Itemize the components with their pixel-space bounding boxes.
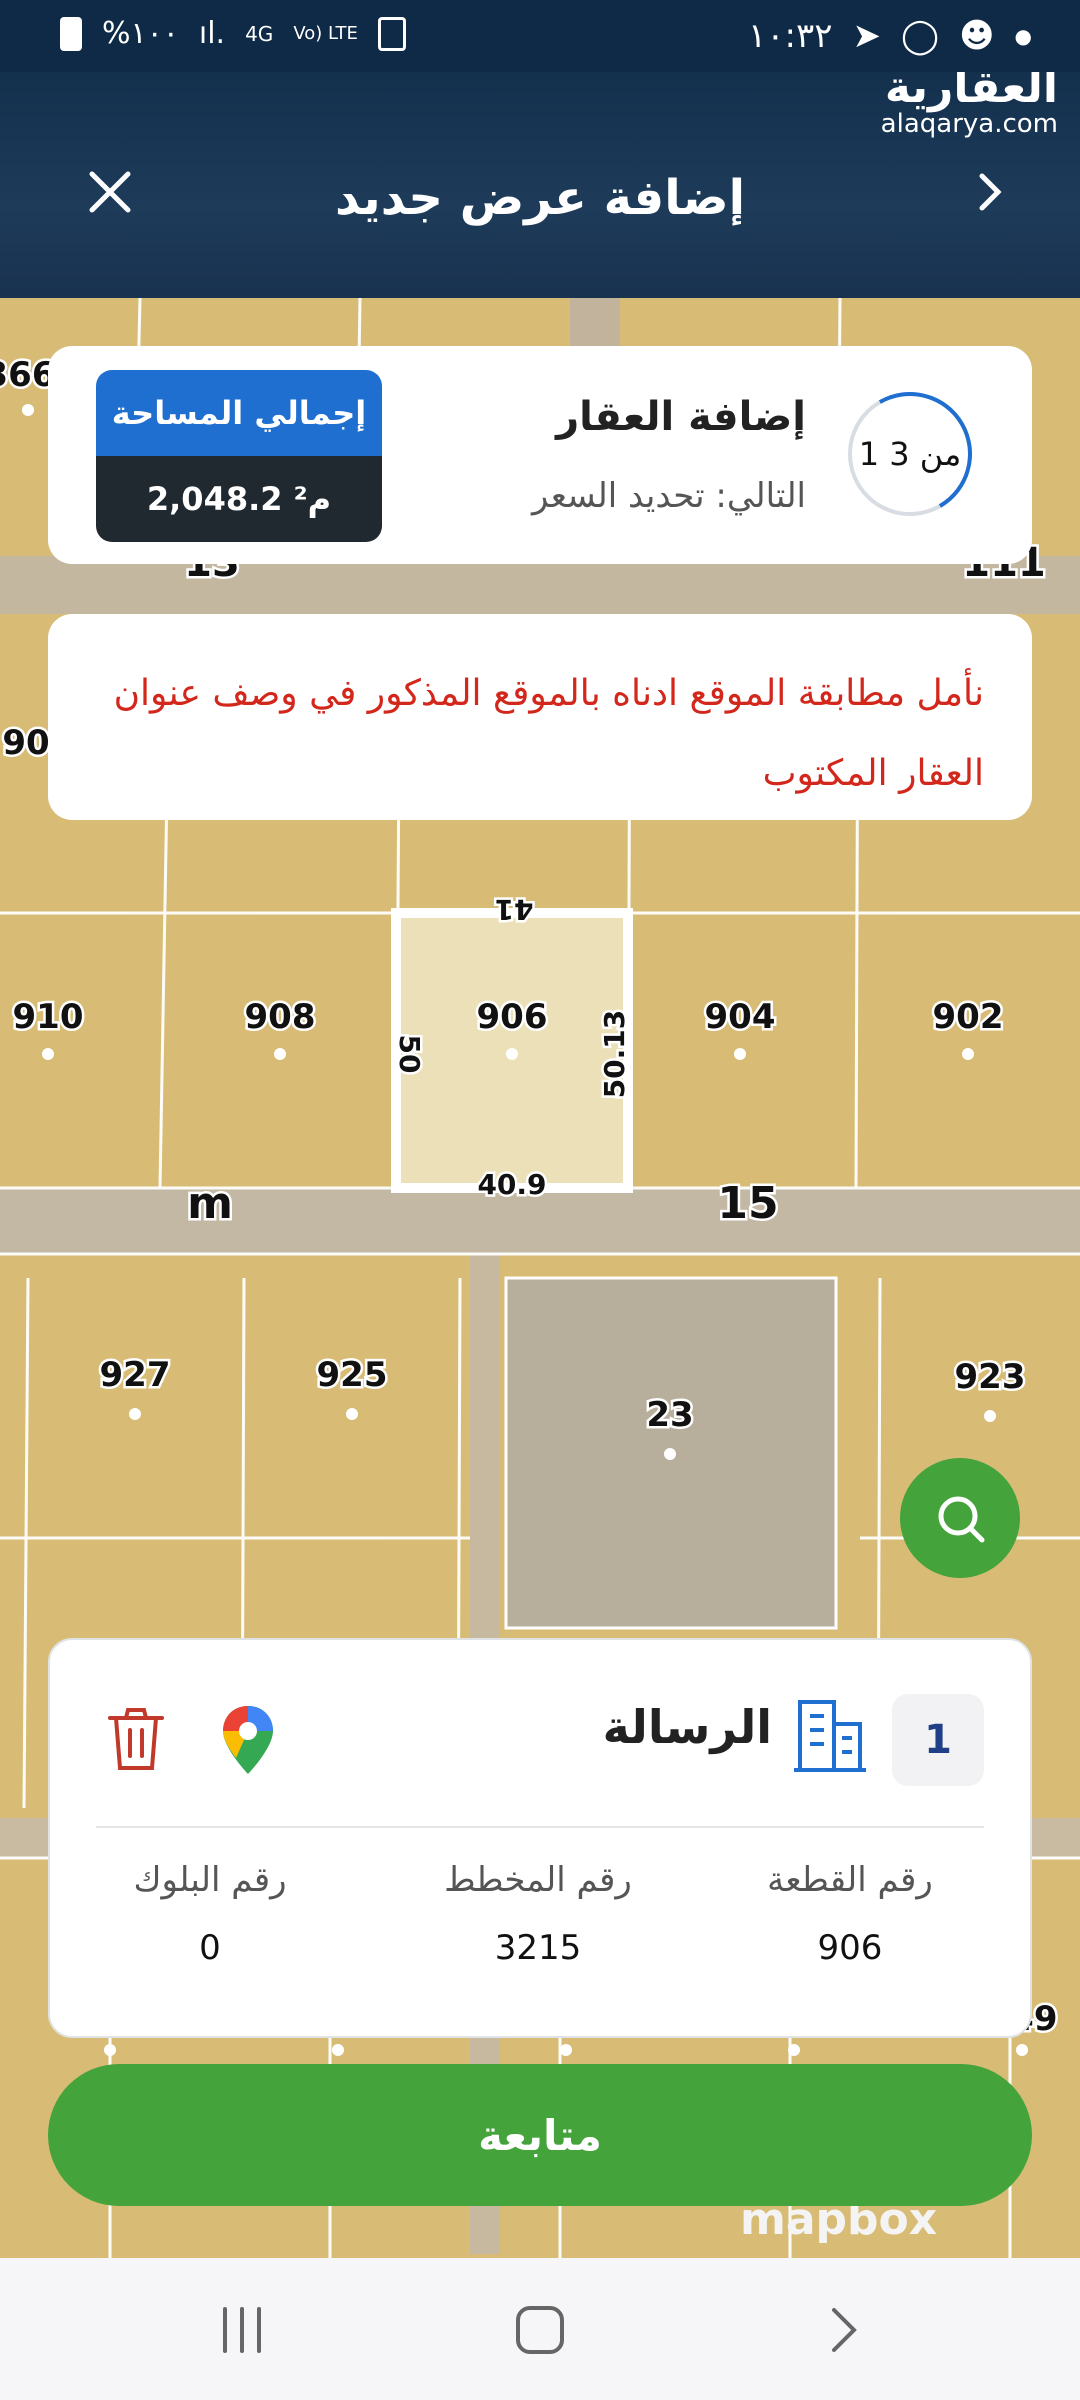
dot-icon: ●: [1014, 24, 1032, 48]
location-warning-text: نأمل مطابقة الموقع ادناه بالموقع المذكور…: [113, 673, 984, 794]
delete-icon[interactable]: [106, 1706, 166, 1772]
dimension-top: 41: [495, 893, 534, 926]
field-plot-number: رقم القطعة 906: [710, 1860, 990, 1968]
parcel-label-904: 904: [705, 997, 776, 1037]
status-bar: ١٠:٣٢ ➤ ◯ ☻ ● %١٠٠ ıl. 4G Vo) LTE: [0, 0, 1080, 72]
step-card: 1 من 3 إضافة العقار التالي: تحديد السعر …: [48, 346, 1032, 564]
google-maps-icon[interactable]: [220, 1704, 276, 1776]
building-icon: [794, 1700, 866, 1772]
signal-icon: ıl.: [198, 16, 226, 51]
recent-apps-button[interactable]: [210, 2298, 274, 2362]
dimension-right: 50.13: [598, 1010, 631, 1099]
step-next-label: التالي: تحديد السعر: [531, 476, 806, 516]
dimension-bottom: 40.9: [477, 1168, 546, 1201]
snapchat-icon: ☻: [959, 16, 995, 56]
parcel-label-90: 90: [2, 723, 49, 763]
field-label: رقم القطعة: [767, 1860, 933, 1900]
parcel-label-927: 927: [100, 1355, 171, 1395]
field-label: رقم البلوك: [133, 1860, 287, 1900]
page-title: إضافة عرض جديد: [334, 170, 746, 226]
field-block-number: رقم البلوك 0: [70, 1860, 350, 1968]
volte-label: Vo) LTE: [293, 23, 358, 44]
parcel-label-906: 906: [477, 997, 548, 1037]
telegram-icon: ➤: [852, 16, 882, 56]
total-area-value: 2,048.2 م²: [96, 456, 382, 542]
time: ١٠:٣٢: [748, 16, 833, 56]
status-right: ١٠:٣٢ ➤ ◯ ☻ ●: [748, 16, 1032, 56]
search-button[interactable]: [900, 1458, 1020, 1578]
whatsapp-icon: ◯: [901, 16, 940, 56]
status-left: %١٠٠ ıl. 4G Vo) LTE: [60, 16, 406, 51]
system-nav-bar: [0, 2258, 1080, 2400]
plot-index-badge: 1: [892, 1694, 984, 1786]
plot-details-card: 1 الرسالة رقم القطعة 906 رقم المخطط 3215: [48, 1638, 1032, 2038]
back-nav-button[interactable]: [812, 2298, 876, 2362]
parcel-label-910: 910: [13, 997, 84, 1037]
parcel-label-925: 925: [317, 1355, 388, 1395]
home-button[interactable]: [508, 2298, 572, 2362]
field-value: 0: [199, 1928, 221, 1968]
home-icon: [516, 2306, 564, 2354]
parcel-label-23: 23: [646, 1395, 693, 1435]
battery-icon: [60, 16, 82, 51]
recent-apps-icon: [223, 2307, 261, 2353]
parcel-label-908: 908: [245, 997, 316, 1037]
field-value: 906: [817, 1928, 883, 1968]
app-header: العقارية alaqarya.com إضافة عرض جديد: [0, 62, 1080, 298]
sim-icon: [377, 16, 406, 51]
dimension-left: 50: [393, 1035, 426, 1074]
step-title: إضافة العقار: [556, 394, 806, 440]
street-label-15: 15: [717, 1178, 778, 1229]
card-divider: [96, 1826, 984, 1828]
parcel-label-902: 902: [933, 997, 1004, 1037]
total-area-box: إجمالي المساحة 2,048.2 م²: [96, 370, 382, 542]
network-type: 4G: [245, 21, 274, 46]
field-value: 3215: [494, 1928, 582, 1968]
back-button[interactable]: [960, 162, 1020, 222]
brand-logo: العقارية alaqarya.com: [881, 62, 1058, 139]
field-label: رقم المخطط: [444, 1860, 632, 1900]
search-icon: [938, 1496, 985, 1543]
battery-level: %١٠٠: [102, 16, 179, 51]
total-area-label: إجمالي المساحة: [96, 370, 382, 456]
logo-english: alaqarya.com: [880, 109, 1058, 139]
location-warning-card: نأمل مطابقة الموقع ادناه بالموقع المذكور…: [48, 614, 1032, 820]
street-label-m: m: [187, 1178, 233, 1229]
step-progress-label: 1 من 3: [858, 435, 962, 473]
chevron-right-icon: [979, 173, 1002, 211]
field-scheme-number: رقم المخطط 3215: [398, 1860, 678, 1968]
chevron-right-icon: [832, 2308, 857, 2352]
continue-button[interactable]: متابعة: [48, 2064, 1032, 2206]
plot-neighborhood-name: الرسالة: [602, 1700, 772, 1754]
parcel-label-923: 923: [955, 1357, 1026, 1397]
